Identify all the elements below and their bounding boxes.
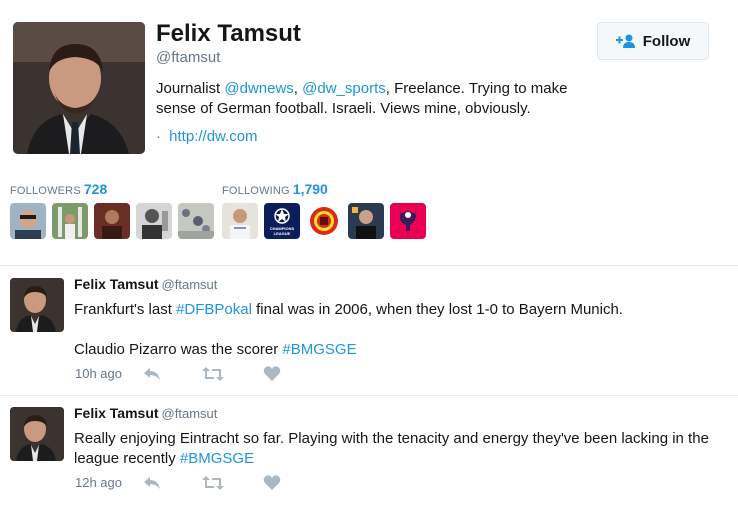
- profile-avatar[interactable]: [13, 22, 145, 154]
- profile-bio: Journalist @dwnews, @dw_sports, Freelanc…: [156, 79, 596, 119]
- following-label: FOLLOWING: [222, 185, 290, 197]
- tweet-text-line: Claudio Pizarro was the scorer #BMGSGE: [74, 340, 724, 360]
- follower-avatar[interactable]: [178, 203, 214, 239]
- reply-button[interactable]: [141, 474, 163, 492]
- profile-name: Felix Tamsut: [156, 20, 301, 47]
- followers-label: FOLLOWERS: [10, 185, 81, 197]
- tweet-timestamp[interactable]: 10h ago: [75, 366, 122, 381]
- following-champions-league-avatar[interactable]: CHAMPIONS LEAGUE: [264, 203, 300, 239]
- tweet-text-segment: Frankfurt's last: [74, 301, 177, 318]
- retweet-button[interactable]: [202, 474, 224, 492]
- url-dot: ·: [156, 128, 161, 145]
- tweet-author-handle[interactable]: @ftamsut: [162, 277, 218, 292]
- tweet-text-segment: Claudio Pizarro was the scorer: [74, 341, 283, 358]
- follower-avatar[interactable]: [52, 203, 88, 239]
- follower-avatar[interactable]: [10, 203, 46, 239]
- reply-icon: [143, 367, 161, 381]
- following-stat[interactable]: FOLLOWING 1,790: [222, 181, 328, 197]
- profile-handle: @ftamsut: [156, 49, 221, 66]
- mention-link-dwnews[interactable]: @dwnews: [224, 80, 293, 97]
- retweet-icon: [202, 475, 224, 491]
- followers-stat[interactable]: FOLLOWERS 728: [10, 181, 107, 197]
- following-avatar[interactable]: [222, 203, 258, 239]
- follow-stats: FOLLOWERS 728 FOLLOWING 1,790 CHAMPIONS LE…: [0, 172, 738, 242]
- like-heart-icon: [263, 366, 281, 382]
- tweet-divider: [0, 395, 738, 396]
- tweet-author-handle[interactable]: @ftamsut: [162, 406, 218, 421]
- profile-website-link[interactable]: http://dw.com: [169, 128, 257, 145]
- tweet-text-line: Frankfurt's last #DFBPokal final was in …: [74, 300, 724, 320]
- section-divider: [0, 265, 738, 266]
- follower-avatar[interactable]: [136, 203, 172, 239]
- tweet-item[interactable]: Felix Tamsut @ftamsut Frankfurt's last #D…: [0, 268, 738, 394]
- tweet-item[interactable]: Felix Tamsut @ftamsut Really enjoying Ein…: [0, 397, 738, 506]
- reply-button[interactable]: [141, 365, 163, 383]
- bio-prefix: Journalist: [156, 80, 225, 97]
- following-league-logo-avatar[interactable]: [390, 203, 426, 239]
- tweet-author-name[interactable]: Felix Tamsut: [74, 405, 159, 421]
- like-heart-icon: [263, 475, 281, 491]
- tweet-avatar[interactable]: [10, 278, 64, 332]
- tweet-avatar[interactable]: [10, 407, 64, 461]
- profile-header: Felix Tamsut @ftamsut Journalist @dwnews…: [0, 0, 738, 160]
- reply-icon: [143, 476, 161, 490]
- follow-button-label: Follow: [642, 32, 691, 50]
- bio-separator: ,: [293, 80, 303, 97]
- tweet-text-line: Really enjoying Eintracht so far. Playin…: [74, 429, 714, 469]
- followers-count: 728: [83, 181, 108, 197]
- following-avatar[interactable]: [348, 203, 384, 239]
- hashtag-link-bmgsge[interactable]: #BMGSGE: [282, 341, 356, 358]
- like-button[interactable]: [261, 474, 283, 492]
- retweet-button[interactable]: [202, 365, 224, 383]
- like-button[interactable]: [261, 365, 283, 383]
- retweet-icon: [202, 366, 224, 382]
- tweet-text-segment: Really enjoying Eintracht so far. Playin…: [74, 430, 709, 467]
- hashtag-link-bmgsge[interactable]: #BMGSGE: [180, 450, 254, 467]
- hashtag-link-dfbpokal[interactable]: #DFBPokal: [176, 301, 252, 318]
- following-count: 1,790: [292, 181, 328, 197]
- tweet-header: Felix Tamsut @ftamsut: [74, 276, 217, 292]
- tweet-timestamp[interactable]: 12h ago: [75, 475, 122, 490]
- following-crest-avatar[interactable]: [306, 203, 342, 239]
- tweet-text-segment: final was in 2006, when they lost 1-0 to…: [251, 301, 623, 318]
- follow-person-plus-icon: [615, 34, 636, 48]
- follower-avatar[interactable]: [94, 203, 130, 239]
- profile-url-row: · http://dw.com: [156, 128, 258, 145]
- mention-link-dw-sports[interactable]: @dw_sports: [302, 80, 386, 97]
- tweet-header: Felix Tamsut @ftamsut: [74, 405, 217, 421]
- tweet-author-name[interactable]: Felix Tamsut: [74, 276, 159, 292]
- champions-league-line2: LEAGUE: [273, 231, 291, 236]
- follow-button[interactable]: Follow: [597, 22, 709, 60]
